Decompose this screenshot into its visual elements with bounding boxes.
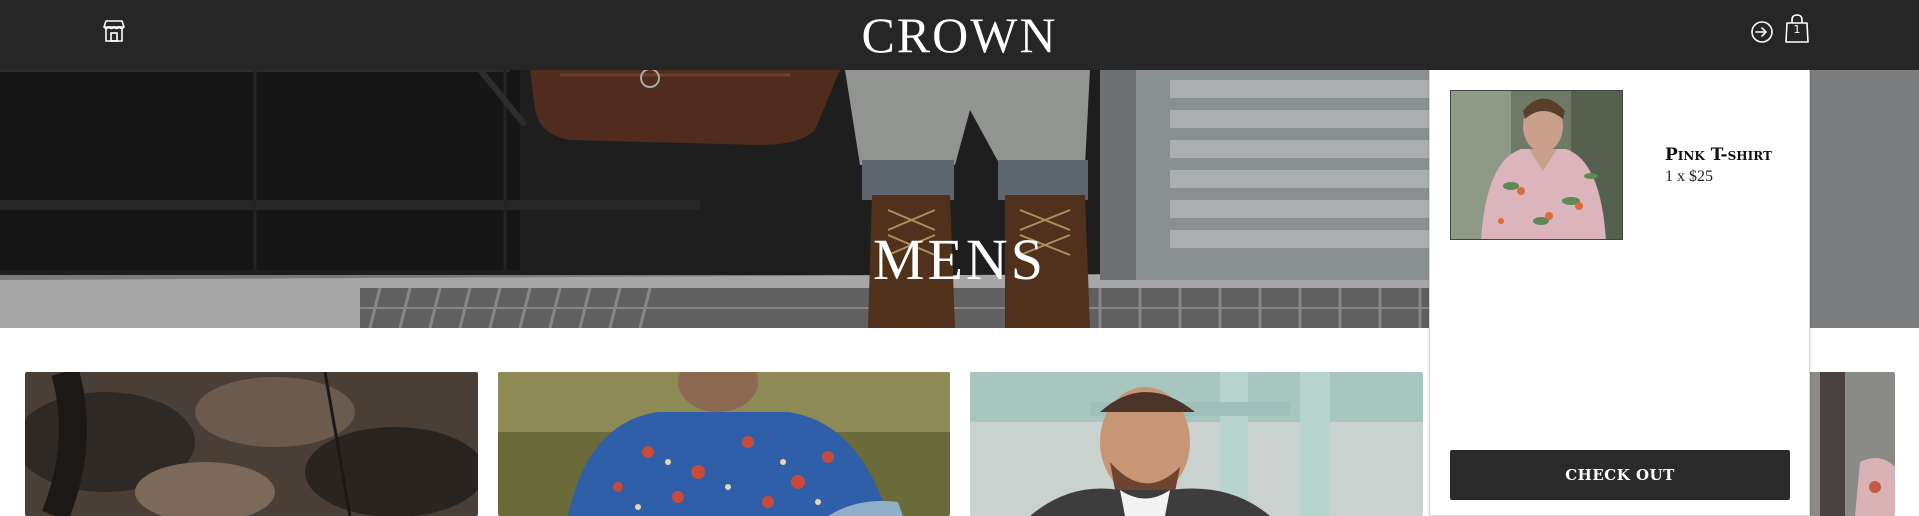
floral-shirt-photo	[498, 372, 950, 516]
cart-item: Pink T-shirt 1 x $25	[1450, 90, 1790, 240]
cart-count-badge[interactable]: 1	[1784, 23, 1810, 36]
category-tile-1[interactable]	[25, 372, 478, 516]
checkout-button[interactable]: CHECK OUT	[1450, 450, 1790, 500]
pink-tshirt-photo	[1451, 91, 1622, 239]
sign-in-icon[interactable]	[1750, 20, 1774, 44]
cart-item-name: Pink T-shirt	[1665, 145, 1772, 165]
raglan-tee-photo	[970, 372, 1423, 516]
cart-item-image	[1450, 90, 1623, 240]
site-header: CROWN 1	[0, 0, 1919, 70]
brand-logo[interactable]: CROWN	[0, 8, 1919, 62]
category-tile-3[interactable]	[970, 372, 1423, 516]
camo-jacket-photo	[25, 372, 478, 516]
cart-dropdown: Pink T-shirt 1 x $25 CHECK OUT	[1429, 70, 1810, 516]
cart-item-quantity-price: 1 x $25	[1665, 168, 1713, 185]
category-tile-2[interactable]	[498, 372, 950, 516]
